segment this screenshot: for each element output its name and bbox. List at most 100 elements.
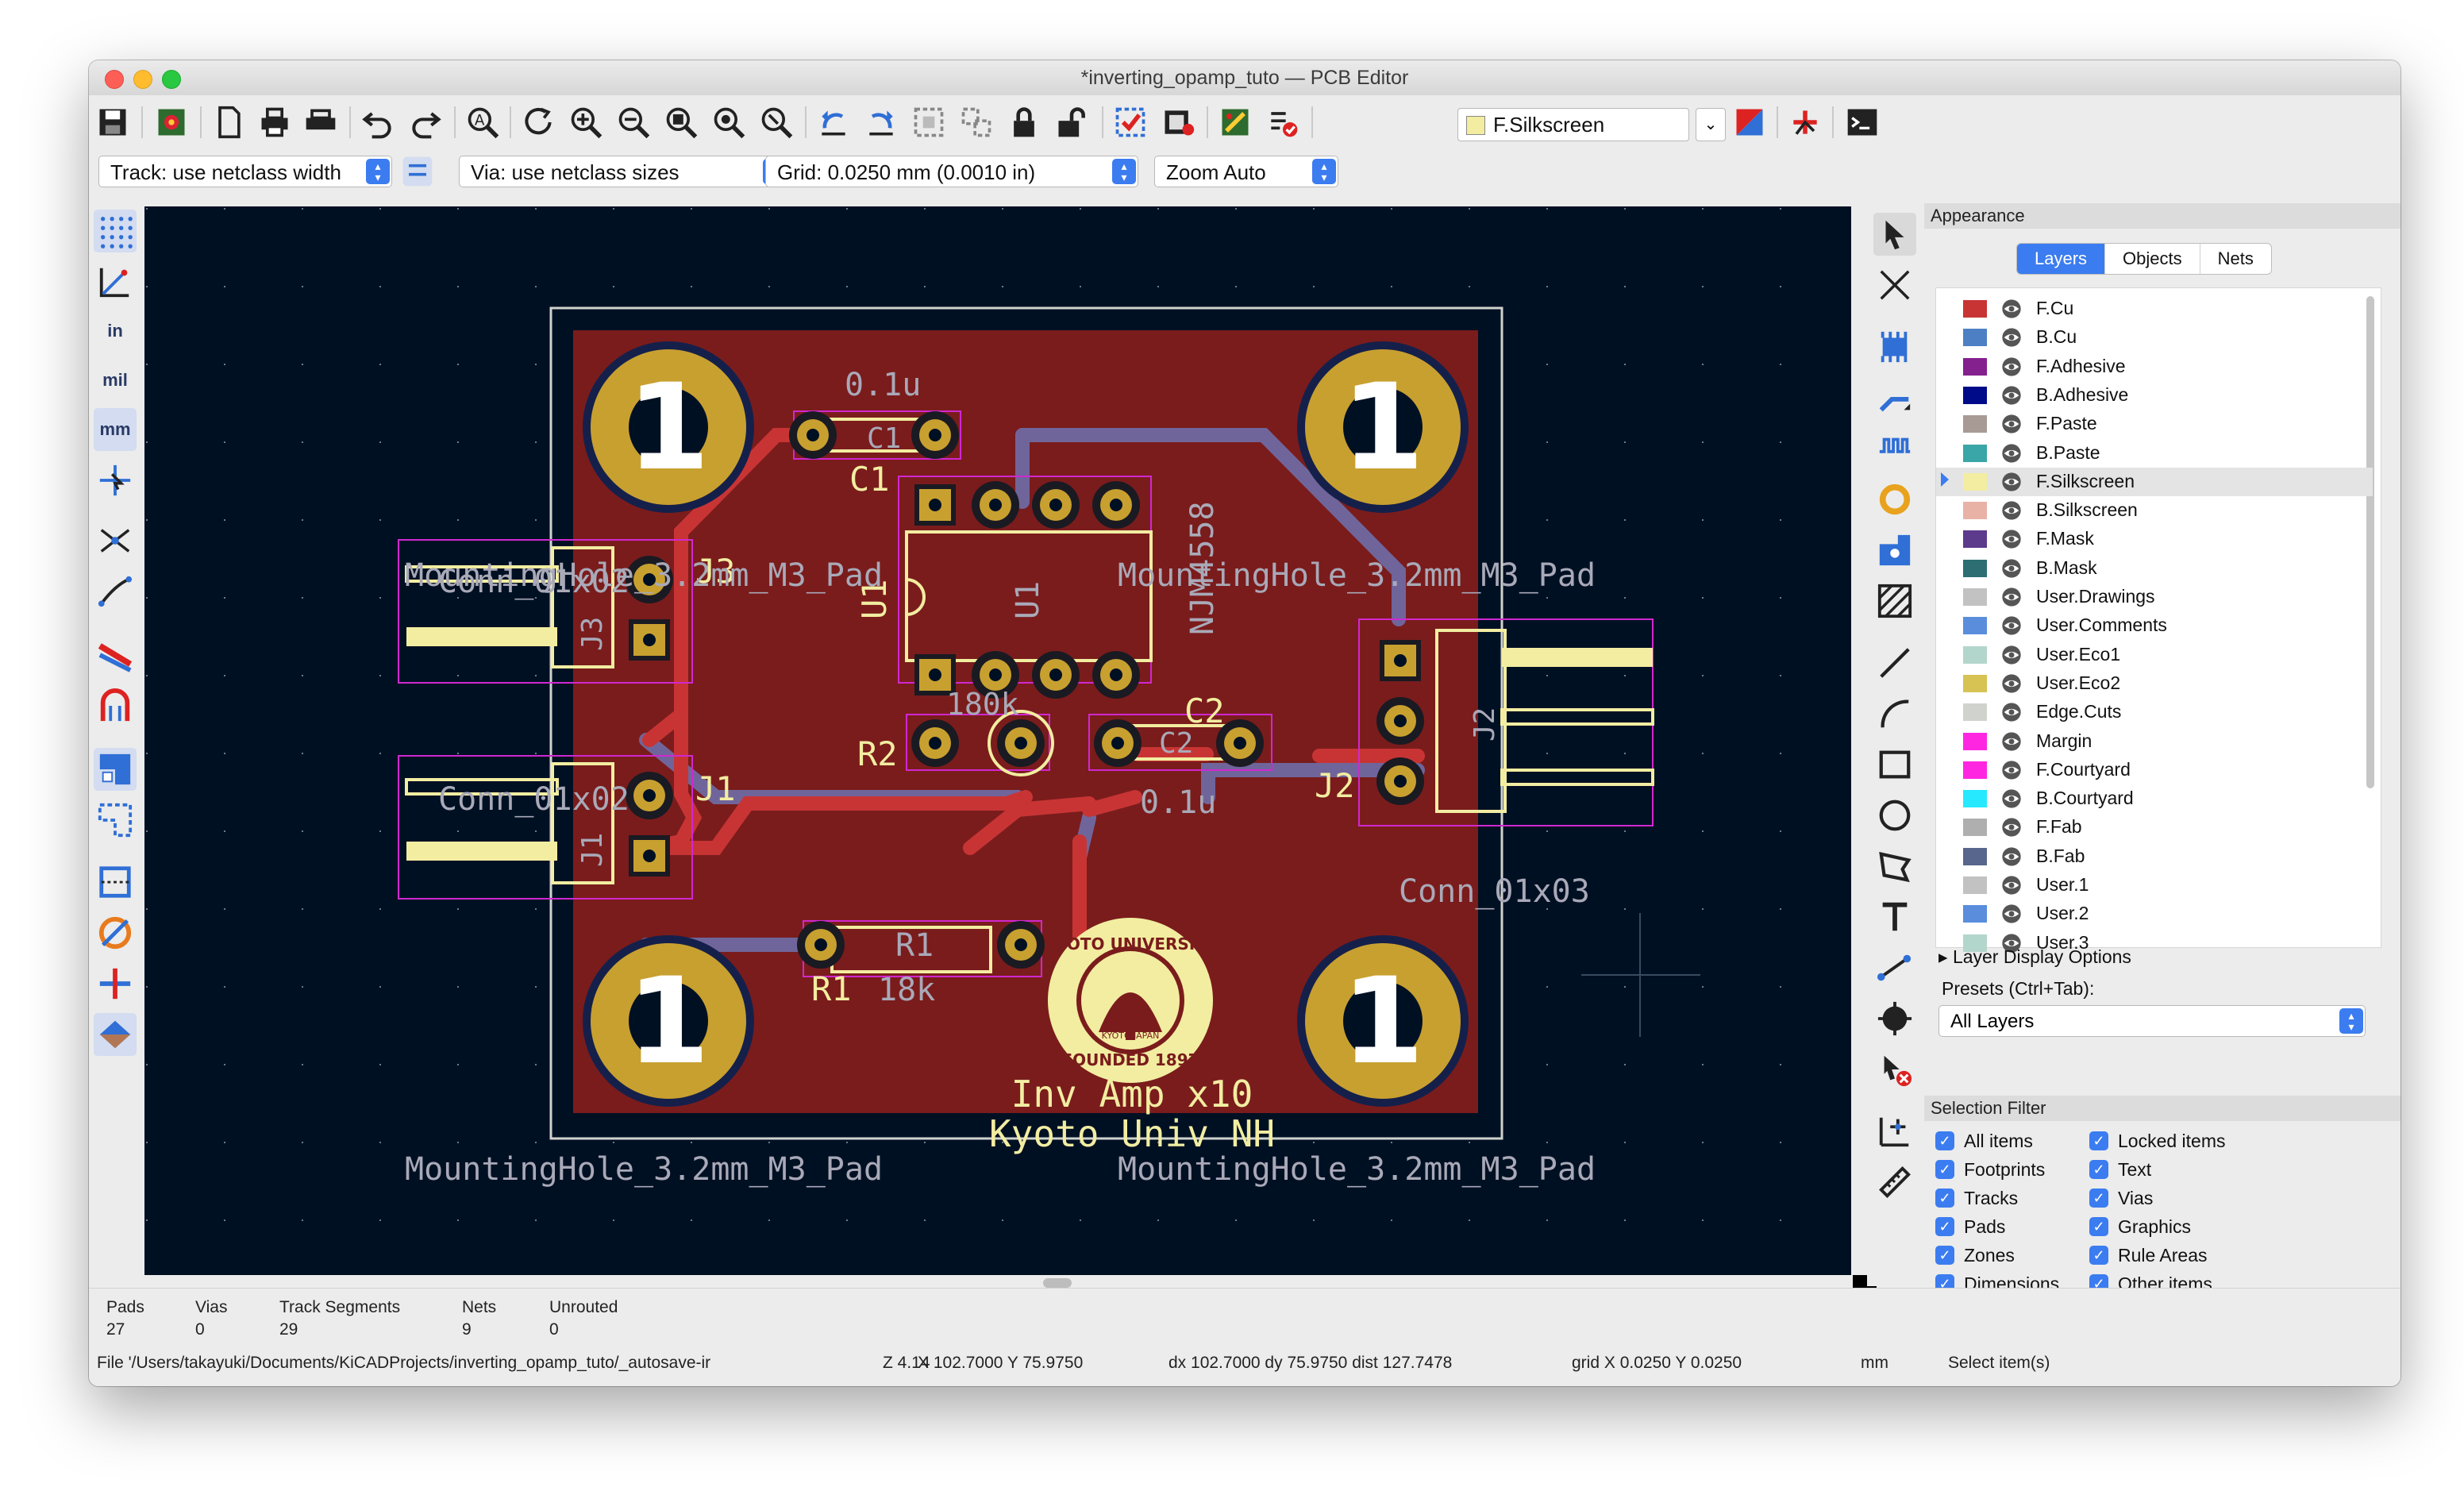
visibility-eye-icon[interactable] (2000, 788, 2023, 810)
zone-outline-icon[interactable] (94, 799, 137, 842)
layer-color-swatch[interactable] (1963, 329, 1987, 347)
layer-color-swatch[interactable] (1963, 674, 1987, 692)
polar-coords-icon[interactable] (94, 260, 137, 303)
check-footprints-icon[interactable] (1264, 103, 1302, 141)
visibility-eye-icon[interactable] (2000, 326, 2023, 349)
presets-select[interactable]: All Layers ▴ ▾ (1938, 1005, 2366, 1037)
filter-tracks[interactable]: ✓ Tracks (1935, 1186, 2018, 1210)
layer-row[interactable]: B.Adhesive (1936, 381, 2373, 410)
visibility-eye-icon[interactable] (2000, 903, 2023, 925)
layer-color-swatch[interactable] (1963, 847, 1987, 865)
redraw-icon[interactable] (519, 103, 557, 141)
layer-display-options-toggle[interactable]: ▸ Layer Display Options (1938, 946, 2131, 968)
layer-row[interactable]: User.Eco2 (1936, 669, 2373, 698)
visibility-eye-icon[interactable] (2000, 586, 2023, 608)
page-settings-icon[interactable] (210, 103, 248, 141)
grid-select[interactable]: Grid: 0.0250 mm (0.0010 in) ▴ ▾ (765, 156, 1138, 187)
layer-row[interactable]: B.Cu (1936, 323, 2373, 352)
filter-zones[interactable]: ✓ Zones (1935, 1243, 2015, 1267)
layer-row[interactable]: F.Silkscreen (1936, 467, 2373, 496)
footprint-browser-icon[interactable] (1159, 103, 1197, 141)
add-zone-icon[interactable] (1873, 529, 1916, 572)
find-icon[interactable]: A (464, 103, 502, 141)
visibility-eye-icon[interactable] (2000, 298, 2023, 320)
visibility-eye-icon[interactable] (2000, 471, 2023, 493)
visibility-eye-icon[interactable] (2000, 442, 2023, 464)
zoom-select[interactable]: Zoom Auto ▴ ▾ (1154, 156, 1338, 187)
tab-nets[interactable]: Nets (2200, 244, 2271, 274)
track-outline-icon[interactable] (94, 634, 137, 676)
plot-icon[interactable] (302, 103, 340, 141)
draw-polygon-icon[interactable] (1873, 845, 1916, 888)
zoom-selection-icon[interactable] (757, 103, 795, 141)
layer-row[interactable]: F.Mask (1936, 525, 2373, 553)
filter-locked-items[interactable]: ✓ Locked items (2089, 1129, 2226, 1153)
lock-icon[interactable] (1005, 103, 1043, 141)
save-icon[interactable] (94, 103, 132, 141)
layers-manager-icon[interactable] (94, 1013, 137, 1056)
rotate-cw-icon[interactable] (862, 103, 900, 141)
visibility-eye-icon[interactable] (2000, 816, 2023, 838)
zoom-objects-icon[interactable] (710, 103, 748, 141)
layer-row[interactable]: F.Cu (1936, 295, 2373, 323)
active-layer-select[interactable]: F.Silkscreen (1457, 108, 1689, 141)
draw-rectangle-icon[interactable] (1873, 743, 1916, 786)
grid-toggle-icon[interactable] (94, 210, 137, 252)
layer-row[interactable]: Margin (1936, 727, 2373, 756)
layer-color-swatch[interactable] (1963, 300, 1987, 318)
layer-pair-icon[interactable] (1731, 103, 1769, 141)
layer-color-swatch[interactable] (1963, 876, 1987, 894)
layer-row[interactable]: User.Drawings (1936, 583, 2373, 611)
layer-color-swatch[interactable] (1963, 761, 1987, 779)
filter-footprints[interactable]: ✓ Footprints (1935, 1158, 2045, 1181)
layer-color-swatch[interactable] (1963, 444, 1987, 462)
add-dimension-icon[interactable] (1873, 946, 1916, 989)
unlock-icon[interactable] (1053, 103, 1091, 141)
layer-row[interactable]: B.Fab (1936, 842, 2373, 871)
visibility-eye-icon[interactable] (2000, 701, 2023, 723)
pcb-canvas[interactable]: 1 1 1 1 KYOTO UNIVERSITY FOUNDED 1897 KY… (144, 206, 1851, 1275)
visibility-eye-icon[interactable] (2000, 384, 2023, 406)
measure-tool-icon[interactable] (1873, 1161, 1916, 1204)
visibility-eye-icon[interactable] (2000, 615, 2023, 637)
filter-pads[interactable]: ✓ Pads (1935, 1215, 2005, 1239)
layer-color-swatch[interactable] (1963, 357, 1987, 376)
visibility-eye-icon[interactable] (2000, 672, 2023, 695)
layer-row[interactable]: B.Paste (1936, 439, 2373, 468)
layer-color-swatch[interactable] (1963, 530, 1987, 549)
delete-tool-icon[interactable] (1873, 1048, 1916, 1091)
visibility-eye-icon[interactable] (2000, 846, 2023, 868)
layer-dropdown-button[interactable]: ⌄ (1696, 108, 1726, 141)
layer-row[interactable]: B.Courtyard (1936, 784, 2373, 813)
layer-row[interactable]: User.Eco1 (1936, 641, 2373, 669)
layer-color-swatch[interactable] (1963, 617, 1987, 635)
draw-line-icon[interactable] (1873, 641, 1916, 684)
print-icon[interactable] (256, 103, 294, 141)
layer-color-swatch[interactable] (1963, 645, 1987, 664)
pad-outline-icon[interactable] (94, 861, 137, 903)
visibility-eye-icon[interactable] (2000, 413, 2023, 435)
layer-row[interactable]: F.Courtyard (1936, 756, 2373, 784)
layer-color-swatch[interactable] (1963, 588, 1987, 606)
high-contrast-icon[interactable] (94, 911, 137, 954)
layer-color-swatch[interactable] (1963, 415, 1987, 433)
layer-row[interactable]: B.Mask (1936, 554, 2373, 583)
units-mm-button[interactable]: mm (94, 408, 137, 451)
layer-color-swatch[interactable] (1963, 819, 1987, 837)
curved-ratsnest-icon[interactable] (94, 570, 137, 613)
visibility-eye-icon[interactable] (2000, 644, 2023, 666)
tune-length-icon[interactable] (1873, 427, 1916, 470)
add-text-icon[interactable] (1873, 896, 1916, 938)
filter-all-items[interactable]: ✓ All items (1935, 1129, 2033, 1153)
layer-color-swatch[interactable] (1963, 905, 1987, 923)
add-via-icon[interactable] (1873, 478, 1916, 521)
filter-graphics[interactable]: ✓ Graphics (2089, 1215, 2191, 1239)
layer-color-swatch[interactable] (1963, 472, 1987, 491)
filter-rule-areas[interactable]: ✓ Rule Areas (2089, 1243, 2208, 1267)
track-width-select[interactable]: Track: use netclass width ▴ ▾ (98, 156, 392, 187)
tab-layers[interactable]: Layers (2017, 244, 2106, 274)
layer-row[interactable]: F.Fab (1936, 813, 2373, 842)
place-anchor-icon[interactable] (1873, 997, 1916, 1040)
microwave-tools-icon[interactable] (1786, 103, 1824, 141)
layer-row[interactable]: Edge.Cuts (1936, 698, 2373, 726)
